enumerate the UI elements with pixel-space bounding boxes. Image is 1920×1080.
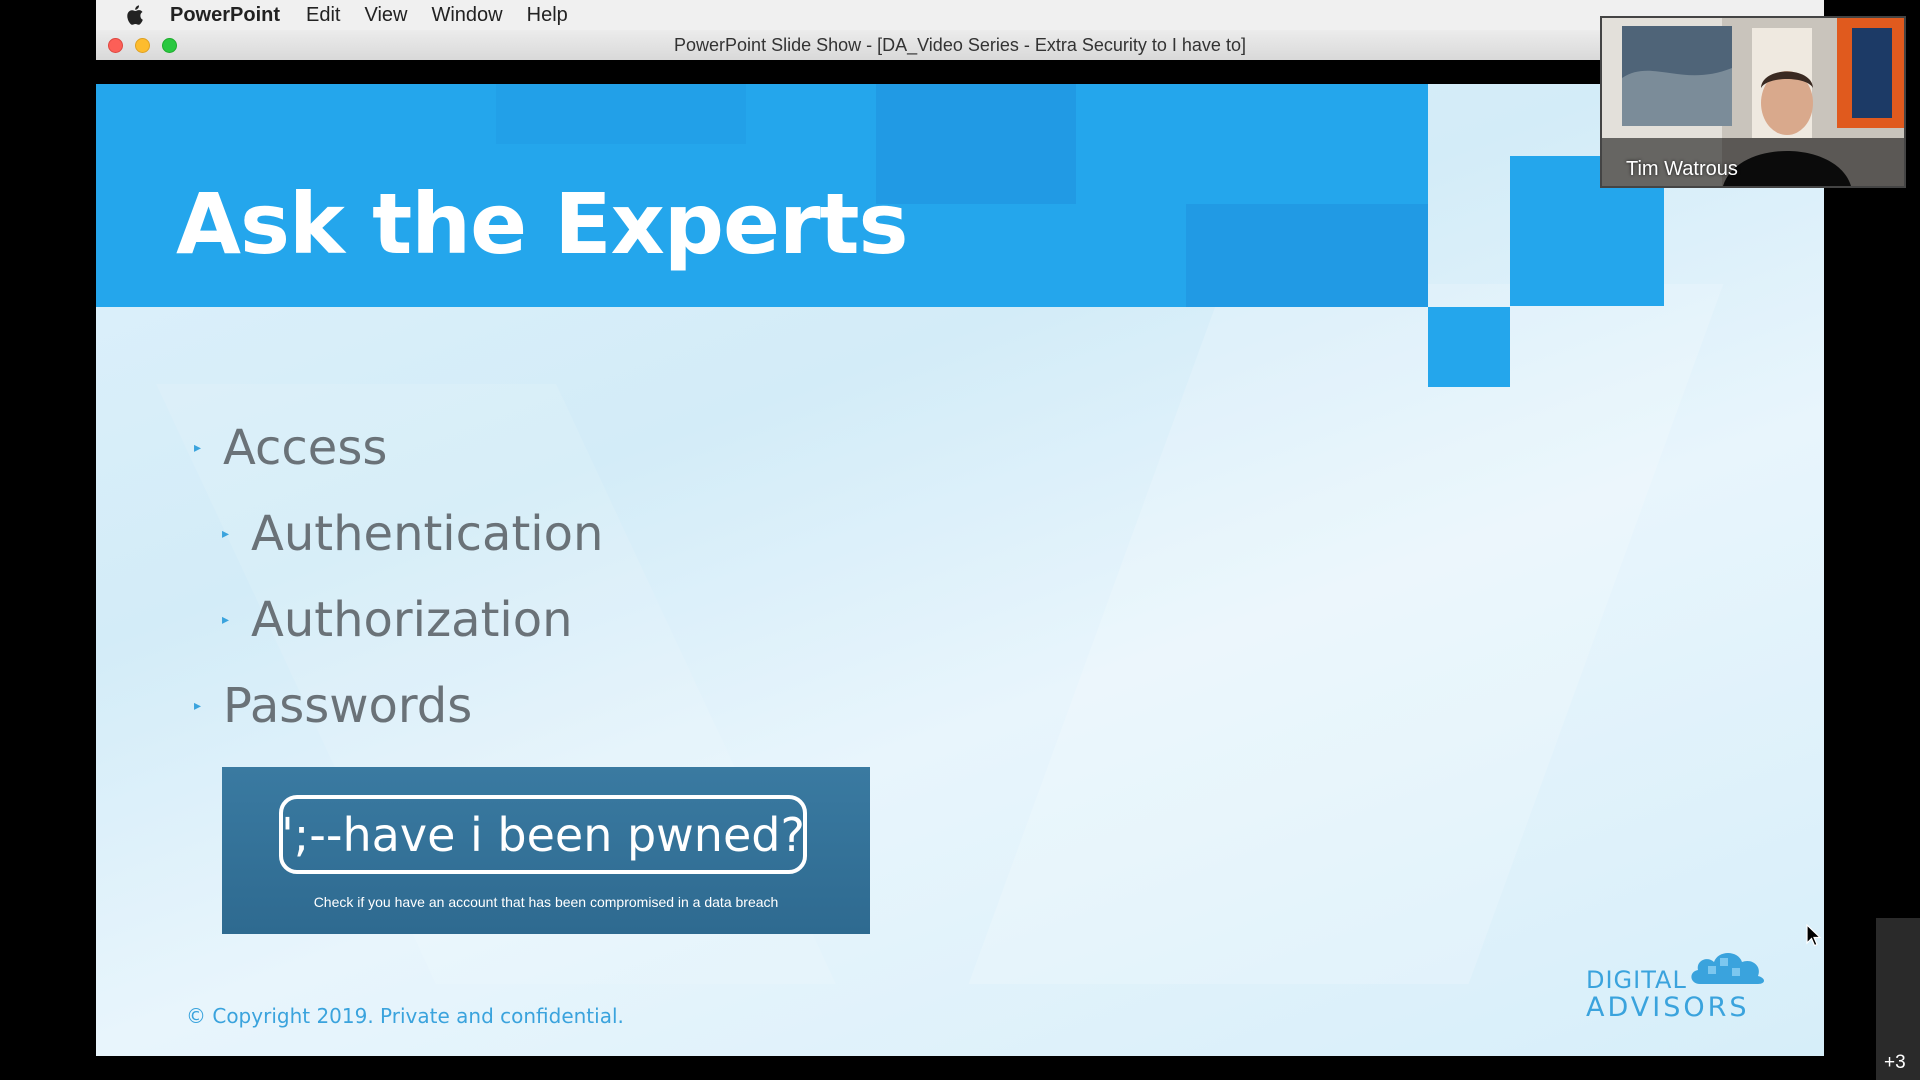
- hibp-tagline: Check if you have an account that has be…: [313, 894, 779, 910]
- close-window-button[interactable]: [108, 38, 123, 53]
- triangle-bullet-icon: ▸: [222, 526, 230, 542]
- bullet-text: Authentication: [251, 506, 604, 562]
- mouse-pointer-icon: [1806, 924, 1822, 947]
- logo-line-1: DIGITAL: [1586, 966, 1687, 994]
- participant-name: Tim Watrous: [1626, 158, 1738, 180]
- participant-video-tile[interactable]: Tim Watrous: [1600, 16, 1906, 188]
- menu-view[interactable]: View: [364, 4, 407, 27]
- bullet-text: Authorization: [251, 592, 573, 648]
- hibp-headline: ';--have i been pwned?: [279, 795, 807, 874]
- bullet-item: ▸ Authorization: [222, 592, 573, 648]
- window-title-bar[interactable]: PowerPoint Slide Show - [DA_Video Series…: [96, 30, 1824, 61]
- apple-logo-icon[interactable]: [124, 3, 148, 27]
- triangle-bullet-icon: ▸: [194, 440, 202, 456]
- window-letterbox: [96, 60, 1824, 84]
- banner-tile: [1186, 204, 1428, 307]
- banner-tile: [496, 84, 746, 144]
- decor-square: [1428, 307, 1510, 387]
- menu-help[interactable]: Help: [527, 4, 568, 27]
- menu-app-name[interactable]: PowerPoint: [170, 4, 280, 27]
- hibp-banner-image: ';--have i been pwned? Check if you have…: [222, 767, 870, 934]
- menu-bar: PowerPoint Edit View Window Help: [96, 0, 1824, 30]
- cloud-logo-icon: [1691, 953, 1764, 984]
- digital-advisors-logo: DIGITAL ADVISORS: [1586, 944, 1786, 1024]
- slide-title: Ask the Experts: [176, 175, 909, 273]
- bullet-text: Access: [223, 420, 388, 476]
- title-banner: Ask the Experts: [96, 84, 1428, 307]
- maximize-window-button[interactable]: [162, 38, 177, 53]
- slide[interactable]: Ask the Experts ▸ Access ▸ Authenticatio…: [96, 84, 1824, 1056]
- bullet-text: Passwords: [223, 678, 473, 734]
- more-participants-count[interactable]: +3: [1884, 1052, 1906, 1074]
- triangle-bullet-icon: ▸: [222, 612, 230, 628]
- window-controls: [108, 38, 189, 53]
- menu-window[interactable]: Window: [431, 4, 502, 27]
- minimize-window-button[interactable]: [135, 38, 150, 53]
- bullet-item: ▸ Authentication: [222, 506, 603, 562]
- background-facet: [968, 284, 1724, 984]
- bullet-item: ▸ Passwords: [194, 678, 472, 734]
- menu-edit[interactable]: Edit: [306, 4, 340, 27]
- window-title: PowerPoint Slide Show - [DA_Video Series…: [674, 34, 1246, 55]
- logo-line-2: ADVISORS: [1586, 992, 1750, 1023]
- screen: PowerPoint Edit View Window Help PowerPo…: [0, 0, 1920, 1080]
- copyright-footer: © Copyright 2019. Private and confidenti…: [186, 1004, 624, 1028]
- bullet-item: ▸ Access: [194, 420, 387, 476]
- triangle-bullet-icon: ▸: [194, 698, 202, 714]
